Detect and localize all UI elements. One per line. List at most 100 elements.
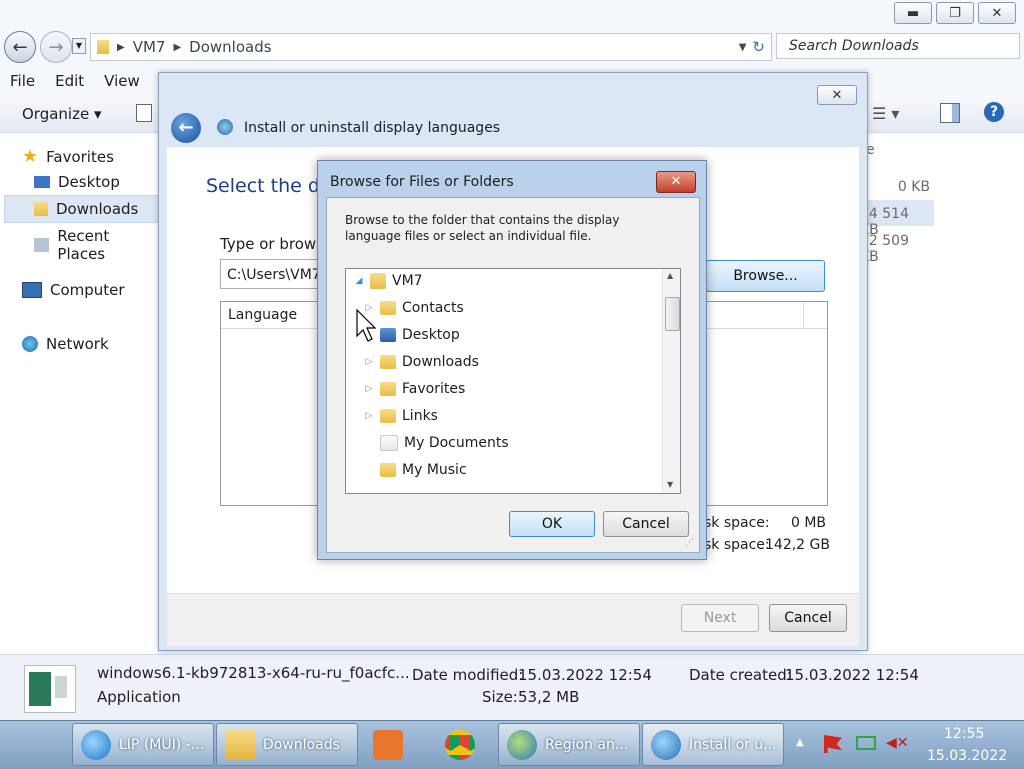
star-icon: ★ — [22, 146, 39, 167]
action-center-flag-icon[interactable] — [824, 735, 842, 753]
file-size-1: 0 KB — [897, 179, 930, 195]
file-size-3: 42 509 KB — [860, 233, 909, 265]
window-caption-buttons: ▬ ❐ ✕ — [894, 2, 1016, 24]
menu-view[interactable]: View — [94, 70, 150, 94]
breadcrumb-downloads[interactable]: Downloads — [189, 38, 271, 56]
file-type: Application — [97, 688, 181, 706]
taskbar-lip-mui[interactable]: LIP (MUI) -... — [72, 723, 214, 766]
network-status-icon[interactable] — [856, 736, 876, 750]
wizard-footer: Next Cancel — [167, 593, 859, 646]
cancel-button[interactable]: Cancel — [769, 604, 847, 632]
minimize-button[interactable]: ▬ — [894, 2, 932, 24]
back-arrow-icon[interactable]: ← — [171, 113, 201, 143]
cancel-button[interactable]: Cancel — [603, 511, 689, 537]
back-arrow-icon[interactable]: ← — [4, 31, 36, 63]
tree-item-my-documents[interactable]: My Documents — [364, 435, 509, 451]
taskbar-downloads[interactable]: Downloads — [216, 723, 358, 766]
folder-icon — [380, 409, 396, 423]
forward-arrow-icon[interactable]: → — [40, 31, 72, 63]
tree-item-contacts[interactable]: ▷ Contacts — [364, 300, 464, 316]
taskbar: LIP (MUI) -... Downloads Region an... In… — [0, 720, 1024, 769]
address-bar[interactable]: ▶ VM7 ▶ Downloads ▼ ↻ — [90, 33, 772, 61]
close-button[interactable]: ✕ — [656, 171, 696, 193]
search-input[interactable]: Search Downloads — [776, 33, 1020, 59]
navigation-pane: ★ Favorites Desktop Downloads Recent Pla… — [0, 134, 160, 654]
nav-network[interactable]: Network — [22, 335, 109, 353]
browse-dialog-body: Browse to the folder that contains the d… — [326, 197, 700, 553]
breadcrumb-separator-icon: ▶ — [173, 41, 182, 53]
volume-muted-icon[interactable]: ◀✕ — [886, 735, 909, 751]
tree-item-vm7[interactable]: ◢ VM7 — [354, 273, 423, 289]
date-modified-value: 15.03.2022 12:54 — [518, 666, 652, 684]
nav-favorites[interactable]: ★ Favorites — [22, 146, 114, 167]
preview-pane-icon[interactable] — [940, 103, 960, 123]
tree-item-my-music[interactable]: My Music — [364, 462, 467, 478]
date-modified-label: Date modified: — [412, 666, 524, 684]
column-language[interactable]: Language — [228, 307, 297, 323]
help-icon[interactable]: ? — [984, 102, 1004, 122]
menu-file[interactable]: File — [0, 70, 45, 94]
folder-icon — [225, 729, 255, 760]
wizard-close-button[interactable]: ✕ — [817, 85, 857, 105]
disk-space-value-2: 142,2 GB — [765, 537, 830, 553]
nav-downloads[interactable]: Downloads — [34, 200, 138, 218]
next-button[interactable]: Next — [681, 604, 759, 632]
clock-date[interactable]: 15.03.2022 — [927, 748, 1007, 764]
globe-document-icon — [651, 729, 681, 760]
collapsed-triangle-icon[interactable]: ▷ — [364, 411, 374, 421]
menu-edit[interactable]: Edit — [45, 70, 94, 94]
disk-space-label-1: sk space: — [704, 515, 770, 531]
properties-icon[interactable] — [136, 104, 152, 122]
mouse-cursor-icon — [356, 309, 376, 342]
refresh-icon[interactable]: ↻ — [752, 38, 765, 56]
scroll-up-icon[interactable]: ▲ — [667, 271, 673, 280]
taskbar-media-player[interactable] — [364, 723, 414, 766]
folder-icon — [97, 40, 109, 54]
folder-icon — [380, 301, 396, 315]
application-icon — [24, 665, 76, 713]
organize-button[interactable]: Organize ▾ — [22, 105, 102, 123]
browse-dialog-title: Browse for Files or Folders — [330, 174, 514, 190]
nav-desktop[interactable]: Desktop — [34, 173, 120, 191]
disk-space-value-1: 0 MB — [791, 515, 827, 531]
maximize-button[interactable]: ❐ — [936, 2, 974, 24]
breadcrumb-vm7[interactable]: VM7 — [133, 38, 166, 56]
breadcrumb-separator-icon: ▶ — [117, 41, 125, 53]
scroll-down-icon[interactable]: ▼ — [667, 480, 673, 489]
details-pane: windows6.1-kb972813-x64-ru-ru_f0acfc... … — [0, 654, 1024, 721]
wizard-heading: Select the dis — [206, 175, 336, 197]
nav-recent-places[interactable]: Recent Places — [34, 227, 158, 263]
taskbar-region[interactable]: Region an... — [498, 723, 640, 766]
tree-item-links[interactable]: ▷ Links — [364, 408, 438, 424]
collapsed-triangle-icon[interactable]: ▷ — [364, 384, 374, 394]
folder-icon — [380, 382, 396, 396]
close-button[interactable]: ✕ — [978, 2, 1016, 24]
browse-instruction: Browse to the folder that contains the d… — [345, 213, 620, 243]
resize-grip-icon[interactable]: ⋰ — [685, 538, 694, 548]
expanded-triangle-icon[interactable]: ◢ — [354, 276, 364, 286]
music-folder-icon — [380, 463, 396, 477]
date-created-label: Date created: — [689, 666, 792, 684]
tree-scrollbar[interactable]: ▲ ▼ — [662, 269, 680, 493]
chrome-icon — [445, 729, 475, 760]
show-hidden-icons-button[interactable]: ▲ — [796, 737, 804, 748]
desktop-icon — [34, 176, 50, 188]
recent-pages-dropdown-icon[interactable]: ▼ — [72, 38, 86, 54]
clock-time[interactable]: 12:55 — [944, 726, 984, 742]
scrollbar-thumb[interactable] — [665, 297, 680, 331]
view-options-icon[interactable]: ☰ ▾ — [872, 104, 899, 123]
ok-button[interactable]: OK — [509, 511, 595, 537]
tree-item-downloads[interactable]: ▷ Downloads — [364, 354, 479, 370]
path-input[interactable]: C:\Users\VM7\ — [220, 259, 330, 289]
collapsed-triangle-icon[interactable]: ▷ — [364, 357, 374, 367]
browse-button[interactable]: Browse... — [706, 260, 825, 292]
folder-tree[interactable]: ◢ VM7 ▷ Contacts Desktop ▷ Downloads ▷ F… — [345, 268, 681, 494]
tree-item-desktop[interactable]: Desktop — [364, 327, 460, 343]
address-dropdown-icon[interactable]: ▼ — [739, 42, 747, 53]
tree-item-favorites[interactable]: ▷ Favorites — [364, 381, 466, 397]
wizard-title: Install or uninstall display languages — [244, 120, 501, 136]
nav-computer[interactable]: Computer — [22, 281, 125, 299]
taskbar-install-languages[interactable]: Install or u... — [642, 723, 784, 766]
recent-places-icon — [34, 238, 50, 252]
taskbar-chrome[interactable] — [436, 723, 492, 766]
